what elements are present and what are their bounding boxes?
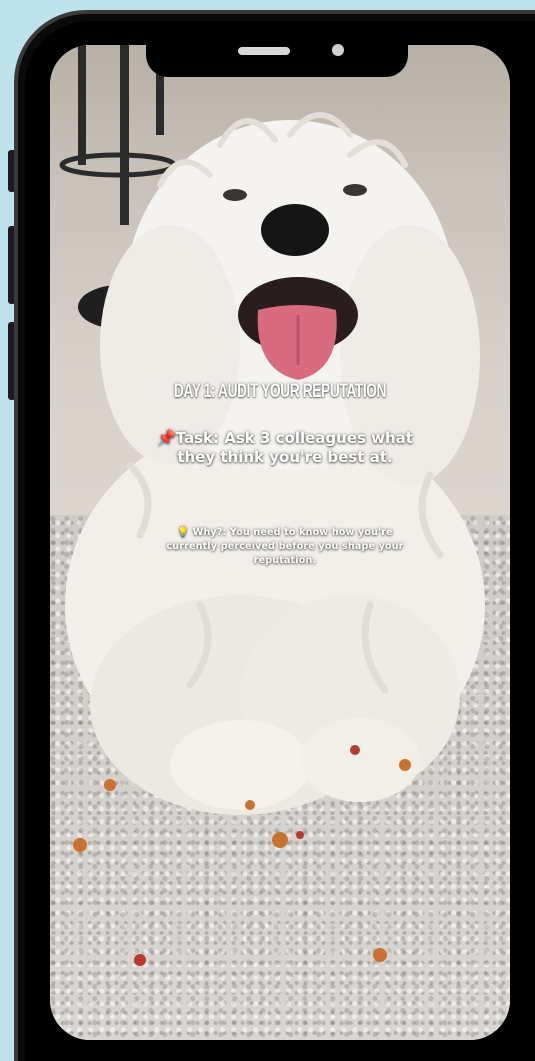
front-camera — [332, 44, 344, 56]
phone-notch — [146, 31, 408, 77]
task-label: Task: Ask 3 colleagues what they think y… — [175, 429, 413, 466]
canvas: DAY 1: AUDIT YOUR REPUTATION 📌Task: Ask … — [0, 0, 535, 1061]
light-bulb-icon: 💡 — [177, 527, 190, 538]
pushpin-icon: 📌 — [157, 429, 176, 447]
task-text: 📌Task: Ask 3 colleagues what they think … — [150, 429, 420, 467]
why-label: Why?: You need to know how you're curren… — [166, 527, 404, 566]
earpiece-speaker — [238, 47, 290, 55]
phone-screen: DAY 1: AUDIT YOUR REPUTATION 📌Task: Ask … — [50, 45, 510, 1040]
phone-frame: DAY 1: AUDIT YOUR REPUTATION 📌Task: Ask … — [14, 10, 535, 1061]
day-title: DAY 1: AUDIT YOUR REPUTATION — [173, 381, 387, 402]
why-text: 💡 Why?: You need to know how you're curr… — [160, 526, 410, 568]
